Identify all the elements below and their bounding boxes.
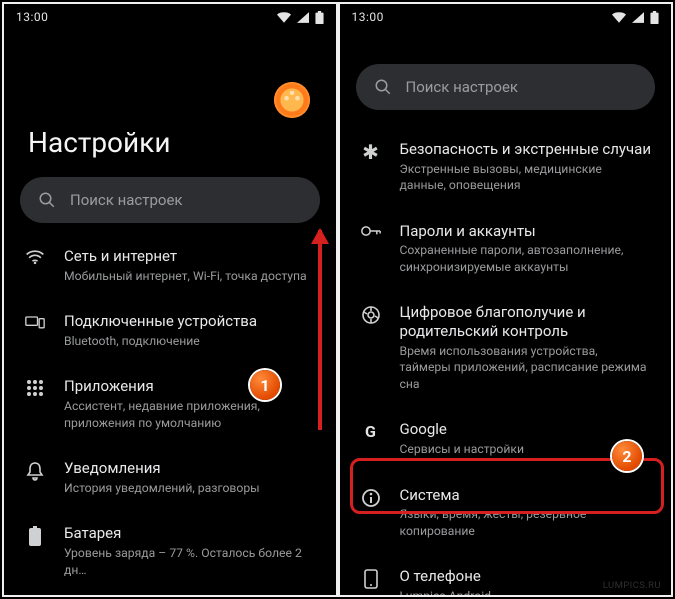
apps-icon: [24, 379, 46, 397]
row-sub: Bluetooth, подключение: [64, 333, 316, 349]
settings-row-apps[interactable]: ПриложенияАссистент, недавние приложения…: [4, 363, 336, 445]
settings-row-notifications[interactable]: Уведомления История уведомлений, разговор…: [4, 445, 336, 510]
row-sub: Ассистент, недавние приложения, приложен…: [64, 398, 316, 431]
wifi-icon: [612, 12, 626, 23]
settings-row-battery[interactable]: Батарея Уровень заряда – 77 %. Осталось б…: [4, 510, 336, 592]
google-icon: G: [360, 422, 382, 441]
annotation-arrow: [318, 230, 322, 430]
signal-icon: [297, 12, 309, 23]
settings-row-network[interactable]: Сеть и интернет Мобильный интернет, Wi-Fi…: [4, 233, 336, 298]
settings-row-passwords[interactable]: Пароли и аккаунтыСохраненные пароли, авт…: [340, 208, 672, 290]
search-bar[interactable]: Поиск настроек: [20, 177, 320, 223]
status-time: 13:00: [352, 10, 384, 24]
battery-icon: [315, 11, 324, 24]
left-phone: 13:00 Настройки Поиск настроек Сеть и ин…: [4, 4, 336, 595]
search-icon: [38, 191, 56, 209]
watermark: LUMPICS.RU: [603, 580, 661, 591]
signal-icon: [632, 12, 644, 23]
status-bar: 13:00: [340, 4, 672, 30]
settings-row-wellbeing[interactable]: Цифровое благополучие и родительский кон…: [340, 289, 672, 406]
asterisk-icon: ✱: [360, 142, 382, 162]
row-label: Google: [400, 420, 652, 439]
search-placeholder: Поиск настроек: [406, 78, 519, 96]
settings-list: ✱ Безопасность и экстренные случаи Экстре…: [340, 126, 672, 595]
row-sub: Уровень заряда – 77 %. Осталось более 2 …: [64, 545, 316, 578]
row-sub: Экстренные вызовы, медицинские данные, о…: [400, 161, 652, 194]
status-bar: 13:00: [4, 4, 336, 30]
row-label: Безопасность и экстренные случаи: [400, 140, 652, 159]
key-icon: [360, 224, 382, 238]
row-sub: Время использования устройства, таймеры …: [400, 343, 652, 392]
wifi-icon: [24, 249, 46, 265]
row-label: Уведомления: [64, 459, 316, 478]
battery-icon: [24, 526, 46, 546]
row-label: Подключенные устройства: [64, 312, 316, 331]
profile-avatar[interactable]: [274, 82, 310, 118]
row-label: Сеть и интернет: [64, 247, 316, 266]
row-label: Цифровое благополучие и родительский кон…: [400, 303, 652, 341]
wellbeing-icon: [360, 305, 382, 325]
settings-row-safety[interactable]: ✱ Безопасность и экстренные случаи Экстре…: [340, 126, 672, 208]
status-time: 13:00: [16, 10, 48, 24]
search-icon: [374, 78, 392, 96]
row-sub: Сохраненные пароли, автозаполнение, синх…: [400, 242, 652, 275]
status-icons: [277, 11, 324, 24]
row-label: Батарея: [64, 524, 316, 543]
row-sub: История уведомлений, разговоры: [64, 480, 316, 496]
battery-icon: [650, 11, 659, 24]
row-label: Пароли и аккаунты: [400, 222, 652, 241]
annotation-marker-2: 2: [612, 441, 642, 471]
row-sub: Мобильный интернет, Wi-Fi, точка доступа: [64, 268, 316, 284]
bell-icon: [24, 461, 46, 481]
status-icons: [612, 11, 659, 24]
search-bar[interactable]: Поиск настроек: [356, 64, 656, 110]
settings-row-devices[interactable]: Подключенные устройства Bluetooth, подклю…: [4, 298, 336, 363]
devices-icon: [24, 314, 46, 330]
phone-icon: [360, 569, 382, 589]
search-placeholder: Поиск настроек: [70, 191, 183, 209]
wifi-icon: [277, 12, 291, 23]
settings-list: Сеть и интернет Мобильный интернет, Wi-Fi…: [4, 233, 336, 595]
annotation-marker-1: 1: [250, 370, 280, 400]
